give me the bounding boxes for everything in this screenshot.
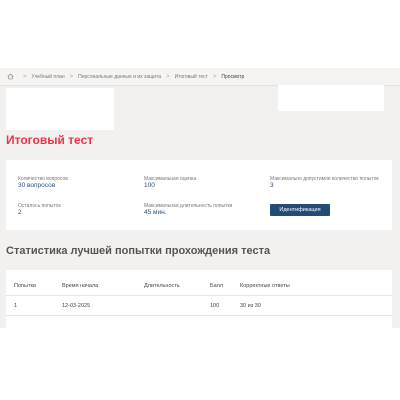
remaining-attempts-label: Осталось попыток <box>18 203 61 209</box>
max-duration-value: 45 мин. <box>144 209 167 216</box>
table-row: 1 12-03-2025 100 30 из 30 <box>6 296 392 316</box>
breadcrumb-separator: > <box>212 73 217 80</box>
start-time-cell: 12-03-2025 <box>62 303 91 309</box>
column-header-duration: Длительность <box>144 283 180 289</box>
questions-count-field: Количество вопросов 30 вопросов <box>18 176 68 190</box>
page-title: Итоговый тест <box>6 133 94 147</box>
score-cell: 100 <box>210 303 220 309</box>
breadcrumb-separator: > <box>166 73 170 80</box>
breadcrumb: > Учебный план > Персональные данные и и… <box>0 68 400 86</box>
breadcrumb-item-final-test[interactable]: Итоговый тест <box>175 74 208 80</box>
max-attempts-field: Максимально допустимое количество попыто… <box>270 176 388 190</box>
column-header-start-time: Время начала <box>62 283 99 289</box>
column-header-score: Балл <box>210 283 224 289</box>
remaining-attempts-value: 2 <box>18 209 22 216</box>
breadcrumb-item-current: Просмотр <box>221 73 245 80</box>
max-attempts-value: 3 <box>270 182 274 189</box>
blank-panel-left <box>6 88 114 130</box>
correct-answers-cell: 30 из 30 <box>240 303 261 309</box>
column-header-correct-answers: Корректные ответы <box>240 283 290 289</box>
breadcrumb-item-course[interactable]: Персональные данные и их защита <box>78 74 161 80</box>
max-duration-field: Максимальная длительность попытки 45 мин… <box>144 203 232 217</box>
identification-button[interactable]: Идентификация <box>270 204 330 216</box>
breadcrumb-separator: > <box>69 73 74 80</box>
table-header-row: Попытки Время начала Длительность Балл К… <box>6 276 392 296</box>
questions-count-value: 30 вопросов <box>18 182 56 189</box>
max-attempts-label: Максимально допустимое количество попыто… <box>270 176 379 182</box>
column-header-attempts: Попытки <box>14 283 36 289</box>
breadcrumb-separator: > <box>23 73 27 80</box>
blank-panel-right <box>278 85 384 111</box>
max-score-field: Максимальная оценка 100 <box>144 176 196 190</box>
home-icon[interactable] <box>6 73 14 81</box>
max-score-value: 100 <box>144 182 155 189</box>
stats-title: Статистика лучшей попытки прохождения те… <box>6 245 271 257</box>
test-info-card: Количество вопросов 30 вопросов Максимал… <box>6 160 392 230</box>
remaining-attempts-field: Осталось попыток 2 <box>18 203 61 217</box>
breadcrumb-item-study-plan[interactable]: Учебный план <box>32 74 65 80</box>
stats-table: Попытки Время начала Длительность Балл К… <box>6 270 392 328</box>
attempt-number-cell: 1 <box>14 303 18 309</box>
